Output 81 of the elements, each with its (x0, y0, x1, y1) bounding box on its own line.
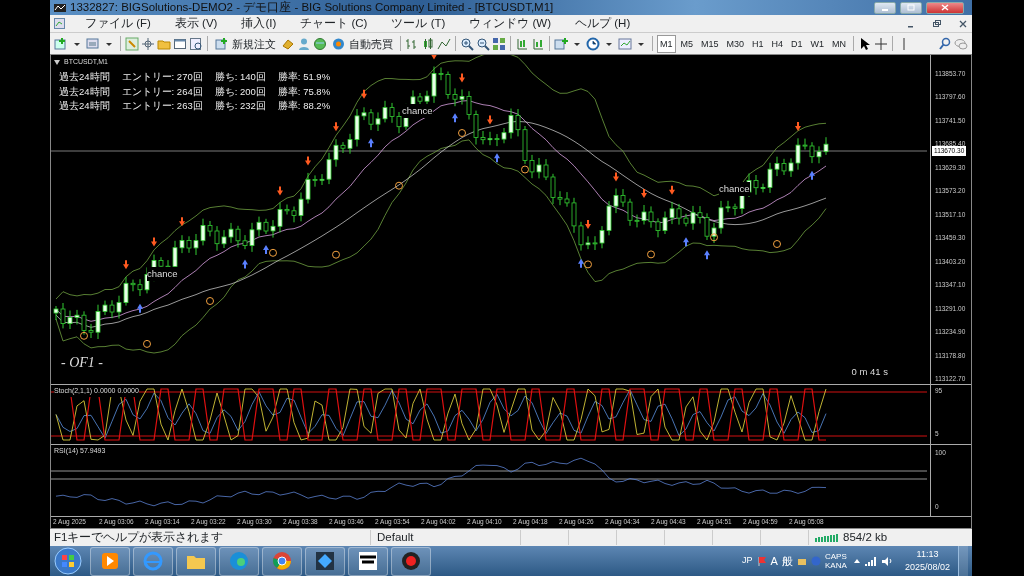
signal-label: chance (719, 182, 750, 197)
clock-time[interactable]: 11:13 (916, 547, 939, 561)
signal-label: chance (147, 267, 178, 282)
menu-item[interactable]: 挿入(I) (237, 15, 281, 32)
stats-text: 過去24時間 (59, 99, 110, 113)
countdown-text: 0 m 41 s (851, 365, 888, 379)
restore-icon[interactable] (932, 18, 942, 29)
signal-icon[interactable] (864, 556, 877, 566)
window-icon[interactable] (173, 36, 187, 51)
timeframe-button[interactable]: M1 (657, 34, 676, 53)
show-desktop-button[interactable] (958, 546, 968, 576)
close-button[interactable] (926, 1, 964, 14)
new-order-icon (215, 37, 228, 50)
menu-item[interactable]: ツール (T) (387, 15, 450, 32)
stats-text: 勝ち: 232回 (214, 99, 266, 113)
stats-text: 勝率: 51.9% (277, 70, 331, 84)
media-player-icon[interactable] (99, 550, 121, 572)
stats-text: 勝ち: 200回 (214, 84, 266, 99)
menu-item[interactable]: 表示 (V) (170, 15, 222, 32)
stats-text: エントリー: 263回 (121, 99, 203, 113)
status-text: F1キーでヘルプが表示されます (53, 529, 225, 545)
stats-text: エントリー: 264回 (121, 84, 203, 99)
collapse-icon[interactable] (54, 59, 60, 65)
timeframe-button[interactable]: H1 (749, 34, 767, 53)
traffic-text: 854/2 kb (843, 530, 888, 545)
chart-shift-icon[interactable] (515, 36, 529, 51)
menu-item[interactable]: ファイル (F) (81, 15, 155, 32)
line-chart-icon[interactable] (437, 36, 451, 51)
zoom-in-icon[interactable] (460, 36, 474, 51)
overlay-text: - OF1 - (61, 354, 103, 372)
timeframe-button[interactable]: H4 (768, 34, 787, 53)
timeframe-button[interactable]: D1 (788, 34, 806, 53)
close-icon[interactable] (958, 18, 968, 29)
tile-windows-icon[interactable] (492, 36, 506, 51)
timeframe-button[interactable]: M5 (677, 34, 697, 53)
market-watch-icon[interactable] (125, 36, 139, 51)
search-icon[interactable] (938, 36, 952, 51)
browser-icon[interactable] (228, 550, 250, 572)
timeframe-button[interactable]: M15 (698, 34, 722, 53)
timeframe-button[interactable]: MN (829, 34, 850, 53)
stats-text: エントリー: 270回 (121, 70, 203, 84)
globe-icon[interactable] (313, 36, 327, 51)
ime-label[interactable]: JP (742, 554, 753, 568)
profile-label: Default (370, 530, 520, 545)
start-button[interactable] (54, 547, 82, 575)
dictionary-label[interactable]: 般 (781, 552, 793, 570)
new-order-button[interactable]: 新規注文 (212, 34, 279, 53)
stats-text: 勝率: 88.2% (277, 99, 331, 113)
volume-icon[interactable] (880, 556, 893, 566)
keyboard-state-label: CAPS KANA (824, 552, 848, 570)
tester-icon[interactable] (189, 36, 203, 51)
zoom-out-icon[interactable] (476, 36, 490, 51)
maximize-icon (907, 4, 915, 11)
menu-item[interactable]: ウィンドウ (W) (465, 15, 556, 32)
input-mode-label[interactable]: A (770, 552, 778, 570)
crosshair-icon[interactable] (141, 36, 155, 51)
stats-text: 勝率: 75.8% (277, 84, 331, 99)
show-hidden-icons[interactable] (852, 557, 861, 565)
signal-label: chance (402, 104, 433, 119)
stats-text: 過去24時間 (59, 70, 110, 84)
minimize-button[interactable] (874, 1, 896, 14)
bar-chart-icon[interactable] (405, 36, 419, 51)
window-title: 1332827: BIGSolutions-DEMO2 - デモ口座 - BIG Solutions Company Limited - [BTCUSDT,M1] (70, 0, 555, 15)
maximize-button[interactable] (900, 1, 922, 14)
connection-bars-icon (815, 533, 839, 542)
clock-date[interactable]: 2025/08/02 (904, 561, 950, 575)
auto-trading-button[interactable]: 自動売買 (329, 34, 396, 53)
close-icon (941, 4, 949, 11)
chart-window-icon (54, 18, 65, 29)
stats-text: 勝ち: 140回 (214, 70, 266, 84)
timeframe-button[interactable]: M30 (723, 34, 748, 53)
app-icon (54, 2, 66, 13)
clock-icon[interactable] (586, 36, 600, 51)
stats-text: 過去24時間 (59, 84, 110, 99)
browser-icon[interactable] (271, 550, 293, 572)
auto-scroll-icon[interactable] (531, 36, 545, 51)
menu-item[interactable]: チャート (C) (296, 15, 372, 32)
timeframe-button[interactable]: W1 (807, 34, 828, 53)
record-icon[interactable] (400, 550, 422, 572)
menu-item[interactable]: ヘルプ (H) (571, 15, 635, 32)
candlestick-icon[interactable] (421, 36, 435, 51)
